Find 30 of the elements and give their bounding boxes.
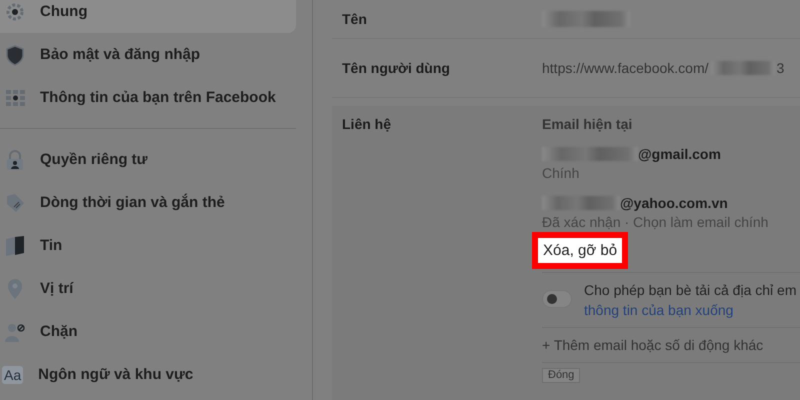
- setting-label: Tên người dùng: [341, 60, 451, 76]
- sidebar-item[interactable]: Aa Ngôn ngữ và khu vực: [0, 353, 296, 396]
- sidebar-item[interactable]: Chung: [0, 0, 296, 33]
- section-heading: Email hiện tại: [542, 116, 634, 132]
- book-icon: [5, 234, 25, 256]
- language-icon: Aa: [2, 366, 24, 384]
- sidebar-item[interactable]: Dòng thời gian và gắn thẻ: [0, 181, 296, 224]
- email-address: @gmail.com: [638, 146, 721, 162]
- sidebar-item[interactable]: Vị trí: [0, 267, 296, 310]
- sidebar-item[interactable]: Tin: [0, 224, 296, 267]
- shield-icon: [5, 44, 25, 66]
- sidebar-item[interactable]: Thông tin của bạn trên Facebook: [0, 76, 296, 119]
- info-link[interactable]: thông tin của bạn xuống: [584, 302, 796, 318]
- toggle-switch[interactable]: [542, 290, 572, 308]
- lock-icon: [5, 148, 25, 170]
- remove-link[interactable]: Xóa, gỡ bỏ: [532, 232, 628, 269]
- username-suffix: 3: [776, 60, 784, 76]
- blurred-text: [710, 61, 775, 75]
- sidebar-item[interactable]: Quyền riêng tư: [0, 138, 296, 181]
- email-address: @yahoo.com.vn: [620, 195, 728, 211]
- username-url: https://www.facebook.com/: [542, 60, 709, 76]
- sidebar-item[interactable]: Chặn: [0, 310, 296, 353]
- sidebar-item[interactable]: Bảo mật và đăng nhập: [0, 33, 296, 76]
- gear-icon: [5, 0, 25, 22]
- setting-label: Tên: [341, 11, 368, 27]
- add-contact-link[interactable]: + Thêm email hoặc số di động khác: [542, 328, 800, 363]
- toggle-text: Cho phép bạn bè tải cả địa chỉ em: [584, 282, 796, 298]
- tag-icon: [5, 192, 25, 214]
- setting-label: Liên hệ: [341, 115, 392, 134]
- close-button[interactable]: Đóng: [542, 368, 580, 383]
